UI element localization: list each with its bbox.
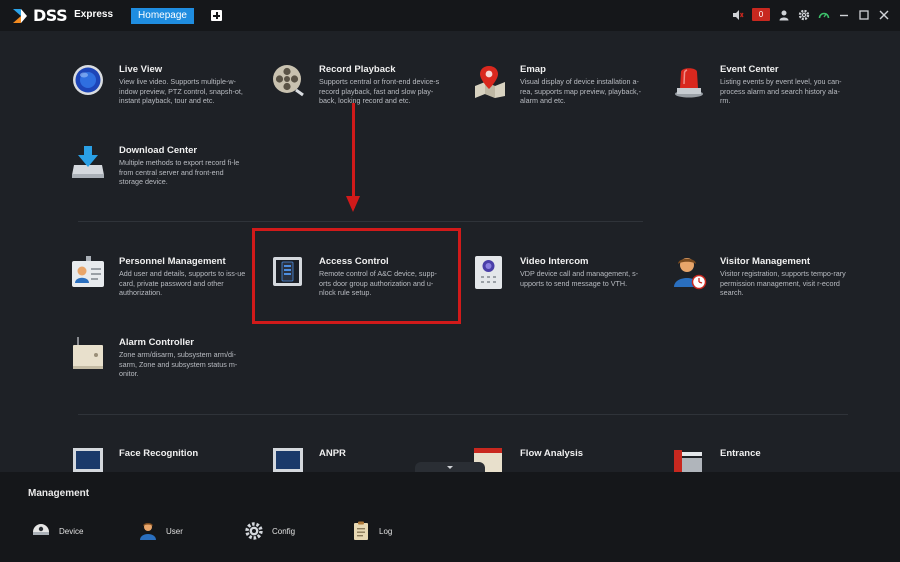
logo-main-text: DSS <box>33 6 68 25</box>
dss-logo-icon <box>13 8 27 23</box>
module-description: Multiple methods to export record fi-le … <box>119 158 240 187</box>
module-description: View live video. Supports multiple-w-ind… <box>119 77 243 106</box>
module-title: Video Intercom <box>520 256 589 267</box>
alarm-controller-icon <box>73 337 103 369</box>
expand-management-toggle[interactable] <box>415 462 485 472</box>
alarm-siren-icon <box>675 68 703 98</box>
module-title: Download Center <box>119 145 198 156</box>
alarm-count-badge[interactable]: 0 <box>752 8 770 21</box>
tab-homepage[interactable]: Homepage <box>131 8 194 24</box>
module-title: Face Recognition <box>119 448 199 459</box>
module-title: Event Center <box>720 64 779 75</box>
annotation-arrow-shaft <box>352 103 355 208</box>
module-title: ANPR <box>319 448 346 459</box>
app-logo: DSS Express <box>12 6 113 25</box>
management-item-label: Device <box>59 526 84 536</box>
management-item-log[interactable]: Log <box>351 521 392 541</box>
section-divider <box>78 414 848 415</box>
performance-gauge-icon[interactable] <box>818 9 830 21</box>
module-description: Visual display of device installation a-… <box>520 77 642 106</box>
management-title: Management <box>28 488 90 499</box>
module-title: Alarm Controller <box>119 337 194 348</box>
log-clipboard-icon <box>354 521 368 540</box>
module-description: Listing events by event level, you can-p… <box>720 77 842 106</box>
module-description: Visitor registration, supports tempo-rar… <box>720 269 846 298</box>
annotation-highlight-box <box>252 228 461 324</box>
toolbar-right: 0 <box>732 8 890 21</box>
module-title: Visitor Management <box>720 256 811 267</box>
module-title: Entrance <box>720 448 761 459</box>
close-icon[interactable] <box>878 9 890 21</box>
module-title: Emap <box>520 64 546 75</box>
maximize-icon[interactable] <box>858 9 870 21</box>
module-title: Personnel Management <box>119 256 226 267</box>
download-tray-icon <box>72 146 104 178</box>
management-item-user[interactable]: User <box>138 521 183 541</box>
id-card-icon <box>72 256 104 287</box>
management-item-device[interactable]: Device <box>31 521 83 541</box>
section-divider <box>78 221 643 222</box>
gear-icon[interactable] <box>798 9 810 21</box>
user-account-icon[interactable] <box>778 9 790 21</box>
module-description: Supports central or front-end device-s r… <box>319 77 440 106</box>
add-tab-icon[interactable] <box>211 10 222 21</box>
visitor-icon <box>674 258 707 290</box>
logo-sub-text: Express <box>74 8 114 20</box>
top-bar: DSS Express Homepage 0 <box>0 0 900 31</box>
module-description: Add user and details, supports to iss-ue… <box>119 269 246 298</box>
device-camera-icon <box>33 524 49 535</box>
annotation-arrow-head <box>346 196 360 212</box>
management-item-label: Config <box>272 526 296 536</box>
module-description: Zone arm/disarm, subsystem arm/di-sarm, … <box>119 350 238 379</box>
config-gear-icon <box>245 522 263 540</box>
management-panel: Management Device User Config Log <box>0 472 900 562</box>
module-description: VDP device call and management, s-upport… <box>520 269 639 288</box>
module-title: Live View <box>119 64 163 75</box>
module-title: Flow Analysis <box>520 448 583 459</box>
management-item-label: User <box>166 526 183 536</box>
speaker-icon[interactable] <box>732 9 744 21</box>
live-view-icon <box>73 65 103 95</box>
map-pin-icon <box>475 66 505 98</box>
management-item-label: Log <box>379 526 393 536</box>
minimize-icon[interactable] <box>838 9 850 21</box>
user-icon <box>140 523 156 540</box>
intercom-icon <box>475 256 502 289</box>
module-title: Record Playback <box>319 64 396 75</box>
film-reel-icon <box>273 65 304 97</box>
management-item-config[interactable]: Config <box>244 521 295 541</box>
